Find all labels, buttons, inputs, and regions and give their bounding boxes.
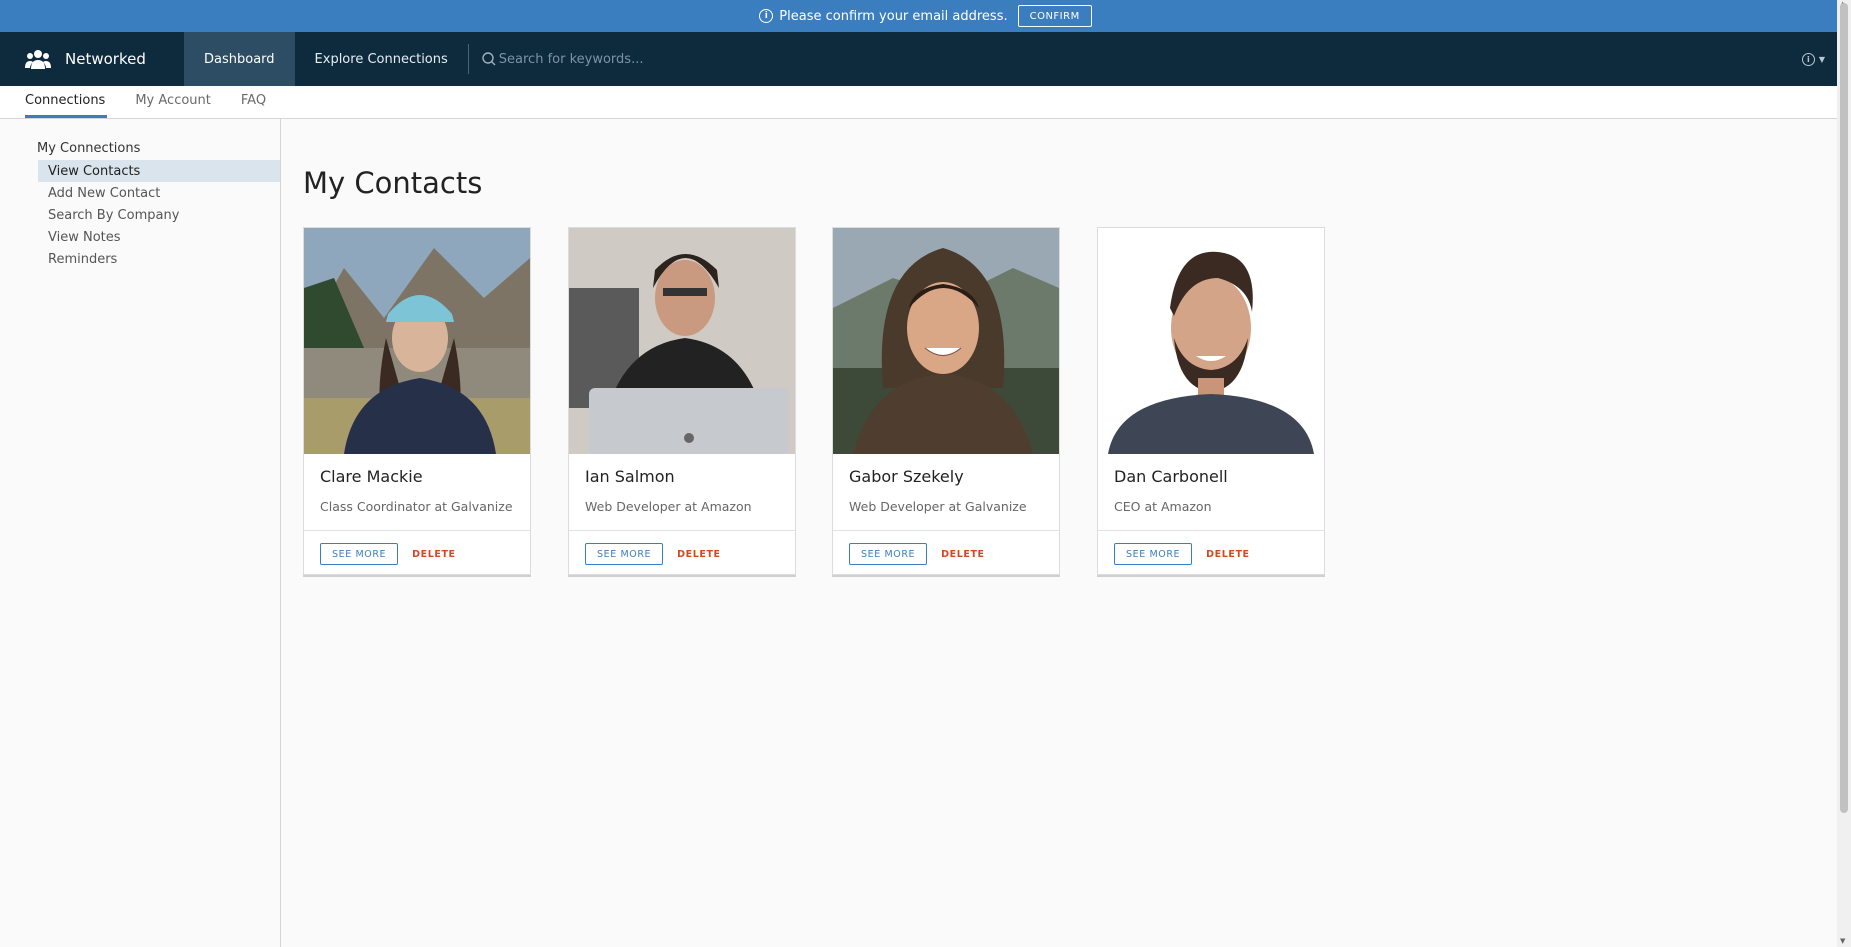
contact-card: Dan Carbonell CEO at Amazon SEE MORE DEL… xyxy=(1097,227,1325,575)
sidebar-item-reminders[interactable]: Reminders xyxy=(38,248,280,270)
contact-title: Web Developer at Galvanize xyxy=(849,499,1027,514)
contact-title: Web Developer at Amazon xyxy=(585,499,752,514)
see-more-button[interactable]: SEE MORE xyxy=(849,543,928,565)
see-more-button[interactable]: SEE MORE xyxy=(320,543,399,565)
contact-title: CEO at Amazon xyxy=(1114,499,1212,514)
info-icon: i xyxy=(759,9,774,23)
header-divider xyxy=(467,44,469,74)
subtab-my-account[interactable]: My Account xyxy=(135,85,213,118)
delete-button[interactable]: DELETE xyxy=(941,549,985,560)
top-header: Networked Dashboard Explore Connections … xyxy=(0,32,1837,86)
tab-explore-connections[interactable]: Explore Connections xyxy=(295,32,468,86)
sidebar-item-view-contacts[interactable]: View Contacts xyxy=(38,160,280,182)
subtab-faq[interactable]: FAQ xyxy=(241,85,268,118)
page-scrollbar[interactable]: ▲ ▼ xyxy=(1837,0,1851,947)
delete-button[interactable]: DELETE xyxy=(677,549,721,560)
sidebar-item-view-notes[interactable]: View Notes xyxy=(38,226,280,248)
subtab-connections[interactable]: Connections xyxy=(25,85,108,118)
contact-photo xyxy=(833,228,1059,454)
help-menu[interactable]: i ▼ xyxy=(1801,52,1825,66)
delete-button[interactable]: DELETE xyxy=(412,549,456,560)
contact-title: Class Coordinator at Galvanize xyxy=(320,499,513,514)
sidebar-item-add-new-contact[interactable]: Add New Contact xyxy=(38,182,280,204)
contact-photo xyxy=(569,228,795,454)
scroll-thumb[interactable] xyxy=(1840,3,1848,813)
card-actions: SEE MORE DELETE xyxy=(1098,530,1324,565)
contact-name: Dan Carbonell xyxy=(1114,467,1228,486)
see-more-button[interactable]: SEE MORE xyxy=(1114,543,1193,565)
brand-logo[interactable]: Networked xyxy=(0,47,184,71)
scroll-down-icon[interactable]: ▼ xyxy=(1840,937,1845,945)
contact-name: Clare Mackie xyxy=(320,467,423,486)
chevron-down-icon: ▼ xyxy=(1818,54,1825,64)
contact-photo xyxy=(304,228,530,454)
contact-card: Gabor Szekely Web Developer at Galvanize… xyxy=(832,227,1060,575)
sidebar-item-search-by-company[interactable]: Search By Company xyxy=(38,204,280,226)
sidebar-heading: My Connections xyxy=(37,141,141,156)
card-actions: SEE MORE DELETE xyxy=(304,530,530,565)
delete-button[interactable]: DELETE xyxy=(1206,549,1250,560)
banner-message: Please confirm your email address. xyxy=(779,8,1008,24)
brand-name: Networked xyxy=(65,50,146,68)
search-input[interactable] xyxy=(498,51,799,67)
contact-name: Ian Salmon xyxy=(585,467,675,486)
search-box xyxy=(481,51,799,67)
page-title: My Contacts xyxy=(303,166,483,200)
card-actions: SEE MORE DELETE xyxy=(833,530,1059,565)
email-confirm-banner: i Please confirm your email address. CON… xyxy=(0,0,1851,32)
card-actions: SEE MORE DELETE xyxy=(569,530,795,565)
confirm-button[interactable]: CONFIRM xyxy=(1017,5,1092,27)
search-icon xyxy=(482,52,496,66)
sidebar: My Connections View Contacts Add New Con… xyxy=(0,119,281,947)
contact-card: Clare Mackie Class Coordinator at Galvan… xyxy=(303,227,531,575)
sub-navigation: Connections My Account FAQ xyxy=(0,86,1837,119)
info-icon: i xyxy=(1801,52,1815,66)
contact-photo xyxy=(1098,228,1324,454)
people-group-icon xyxy=(25,50,51,69)
contact-name: Gabor Szekely xyxy=(849,467,964,486)
contact-card: Ian Salmon Web Developer at Amazon SEE M… xyxy=(568,227,796,575)
see-more-button[interactable]: SEE MORE xyxy=(585,543,664,565)
tab-dashboard[interactable]: Dashboard xyxy=(184,32,295,86)
